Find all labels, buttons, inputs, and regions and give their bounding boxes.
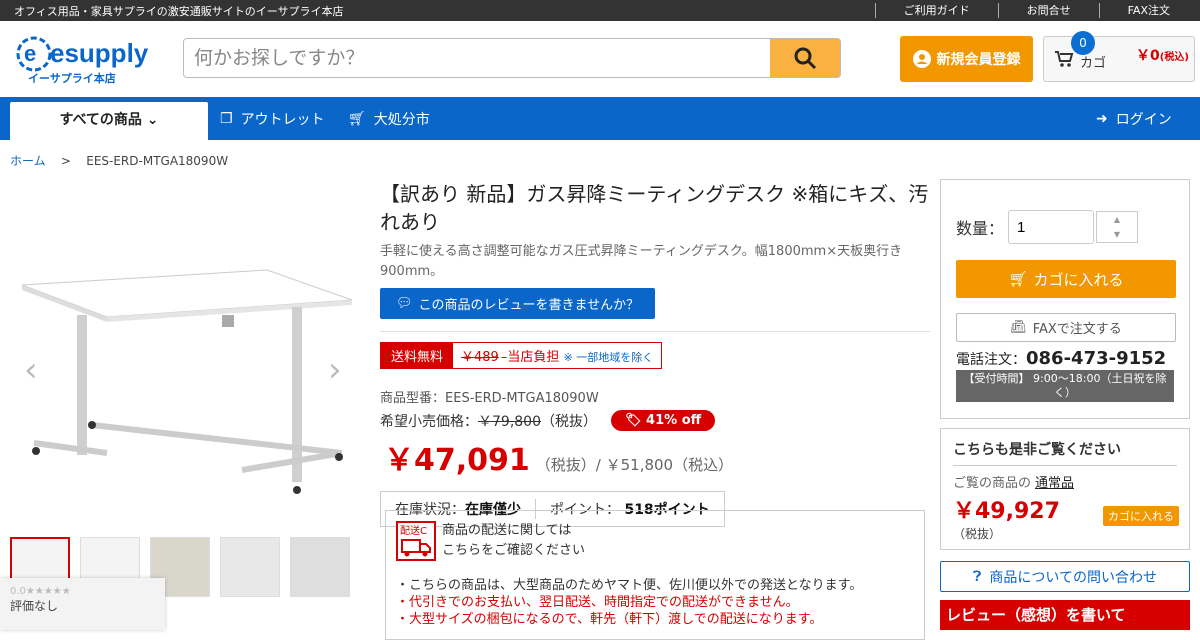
add-to-cart-button[interactable]: 🛒︎ カゴに入れる (956, 260, 1176, 298)
thumbnail-5[interactable] (290, 537, 350, 597)
fax-order-button[interactable]: 📠︎ FAXで注文する (956, 313, 1176, 342)
purchase-panel: 数量： ▲▼ 🛒︎カゴに入れる 📠︎FAXで注文する 電話注文：086-473-… (940, 179, 1190, 419)
delivery-notice: 配送C 商品の配送に関しては こちらをご確認ください ・こちらの商品は、大型商品… (385, 510, 925, 640)
thumbnail-4[interactable] (220, 537, 280, 597)
top-bar: オフィス用品・家具サプライの激安通販サイトのイーサプライ本店 ご利用ガイド お問… (0, 0, 1200, 21)
product-description: 手軽に使える高さ調整可能なガス圧式昇降ミーティングデスク。幅1800mm×天板奥… (380, 244, 903, 279)
cart-button[interactable]: 0 カゴ ￥0(税込) (1043, 31, 1195, 82)
comment-icon: 💬︎ (396, 296, 413, 311)
related-product-box: こちらも是非ご覧ください ご覧の商品の 通常品 ￥49,927 （税抜） カゴに入… (940, 428, 1190, 550)
related-heading: こちらも是非ご覧ください (953, 439, 1177, 466)
related-add-to-cart[interactable]: カゴに入れる (1103, 506, 1179, 526)
shipping-info: 送料無料 ￥489 –当店負担 ※ 一部地域を除く (380, 342, 663, 369)
divider (380, 331, 930, 332)
phone-order: 電話注文：086-473-9152 (956, 348, 1167, 369)
breadcrumb: ホーム > EES-ERD-MTGA18090W (10, 154, 229, 168)
search-icon (794, 47, 817, 70)
phone-number: 086-473-9152 (1026, 348, 1167, 369)
register-label: 新規会員登録 (936, 52, 1021, 68)
rating-widget[interactable]: 0.0★★★★★ 評価なし (0, 578, 165, 630)
quantity-input[interactable] (1008, 210, 1095, 244)
next-image-arrow[interactable]: › (328, 350, 342, 390)
cart-label: カゴ (1080, 56, 1107, 71)
svg-text:e: e (24, 41, 36, 66)
outlet-link[interactable]: ❒ アウトレット (220, 109, 325, 129)
cart-icon: 🛒︎ (348, 111, 366, 127)
all-products-tab[interactable]: すべての商品 ⌄ (10, 102, 208, 140)
price-value: ￥47,091 (384, 443, 530, 478)
quantity-label: 数量： (956, 219, 1005, 238)
breadcrumb-home[interactable]: ホーム (10, 154, 46, 168)
delivery-line-2: ・代引きでのお支払い、翌日配送、時間指定での配送ができません。 (396, 595, 799, 610)
login-icon: ➜ (1096, 111, 1108, 127)
cart-total: ￥0(税込) (1136, 48, 1189, 64)
fax-order-link[interactable]: FAX注文 (1098, 3, 1186, 18)
free-shipping-badge: 送料無料 (381, 343, 454, 368)
question-icon: ❓︎ (972, 568, 982, 585)
svg-text:配送C: 配送C (400, 524, 427, 537)
stars-icon: ★★★★★ (25, 586, 71, 597)
guide-link[interactable]: ご利用ガイド (874, 3, 998, 18)
related-tax: （税抜） (953, 527, 1002, 541)
rating-text: 評価なし (10, 599, 59, 613)
esupply-logo[interactable]: e esupply イーサプライ本店 (14, 30, 164, 90)
search-input[interactable] (184, 39, 770, 77)
clearance-link[interactable]: 🛒︎ 大処分市 (348, 109, 430, 129)
delivery-line-3: ・大型サイズの梱包になるので、軒先（軒下）渡しでの配送になります。 (396, 612, 823, 627)
contact-link[interactable]: お問合せ (997, 3, 1099, 18)
review-banner[interactable]: レビュー（感想）を書いて (940, 600, 1190, 630)
delivery-head-2[interactable]: こちらをご確認ください (442, 541, 585, 561)
write-review-button[interactable]: 💬︎ この商品のレビューを書きませんか？ (380, 288, 656, 319)
list-price: 希望小売価格： ￥79,800 （税抜） 🏷︎ 41% off (380, 410, 930, 431)
discount-badge: 🏷︎ 41% off (611, 410, 716, 431)
fax-icon: 📠︎ (1010, 320, 1027, 335)
site-tagline: オフィス用品・家具サプライの激安通販サイトのイーサプライ本店 (14, 4, 344, 18)
rating-score: 0.0 (10, 586, 26, 597)
delivery-line-1: ・こちらの商品は、大型商品のためヤマト便、佐川便以外での発送となります。 (396, 578, 863, 593)
svg-text:esupply: esupply (50, 38, 149, 68)
cart-plus-icon: 🛒︎ (1008, 270, 1028, 288)
delivery-truck-icon: 配送C (396, 521, 436, 561)
quantity-row: 数量： (956, 210, 1095, 244)
sale-price: ￥47,091 （税抜）/ ￥51,800（税込） (380, 435, 930, 479)
product-inquiry-button[interactable]: ❓︎ 商品についての問い合わせ (940, 561, 1190, 592)
top-links: ご利用ガイド お問合せ FAX注文 (874, 0, 1186, 21)
price-tax: （税抜）/ ￥51,800（税込） (535, 456, 734, 474)
login-link[interactable]: ➜ ログイン (1096, 109, 1172, 129)
quantity-stepper[interactable]: ▲ ▼ (1096, 211, 1138, 243)
cart-icon (1055, 51, 1074, 67)
search-button[interactable] (770, 39, 840, 77)
breadcrumb-current: EES-ERD-MTGA18090W (86, 154, 229, 168)
cubes-icon: ❒ (220, 111, 233, 127)
prev-image-arrow[interactable]: ‹ (24, 350, 38, 390)
delivery-head-1[interactable]: 商品の配送に関しては (442, 521, 585, 541)
product-title: 【訳あり 新品】ガス昇降ミーティングデスク ※箱にキズ、汚れあり (380, 182, 929, 234)
chevron-down-icon: ⌄ (146, 112, 159, 128)
shipping-burden: 当店負担 (507, 350, 560, 365)
user-icon (912, 50, 931, 68)
product-main-image (21, 269, 353, 494)
search-bar (183, 38, 841, 78)
shipping-note: ※ 一部地域を除く (563, 351, 654, 364)
main-nav: すべての商品 ⌄ ❒ アウトレット 🛒︎ 大処分市 ➜ ログイン (0, 97, 1200, 140)
regular-item-link[interactable]: 通常品 (1035, 476, 1074, 491)
model-number: 商品型番：EES-ERD-MTGA18090W (380, 391, 599, 406)
shipping-old-price: ￥489 (461, 350, 499, 365)
product-info: 【訳あり 新品】ガス昇降ミーティングデスク ※箱にキズ、汚れあり 手軽に使える高… (380, 180, 930, 527)
business-hours: 【受付時間】 9:00～18:00（土日祝を除く） (956, 370, 1174, 402)
register-button[interactable]: 新規会員登録 (900, 36, 1033, 82)
svg-text:イーサプライ本店: イーサプライ本店 (28, 71, 116, 85)
header: e esupply イーサプライ本店 新規会員登録 0 カゴ ￥0(税込) (0, 21, 1200, 97)
tag-icon: 🏷︎ (625, 413, 642, 428)
